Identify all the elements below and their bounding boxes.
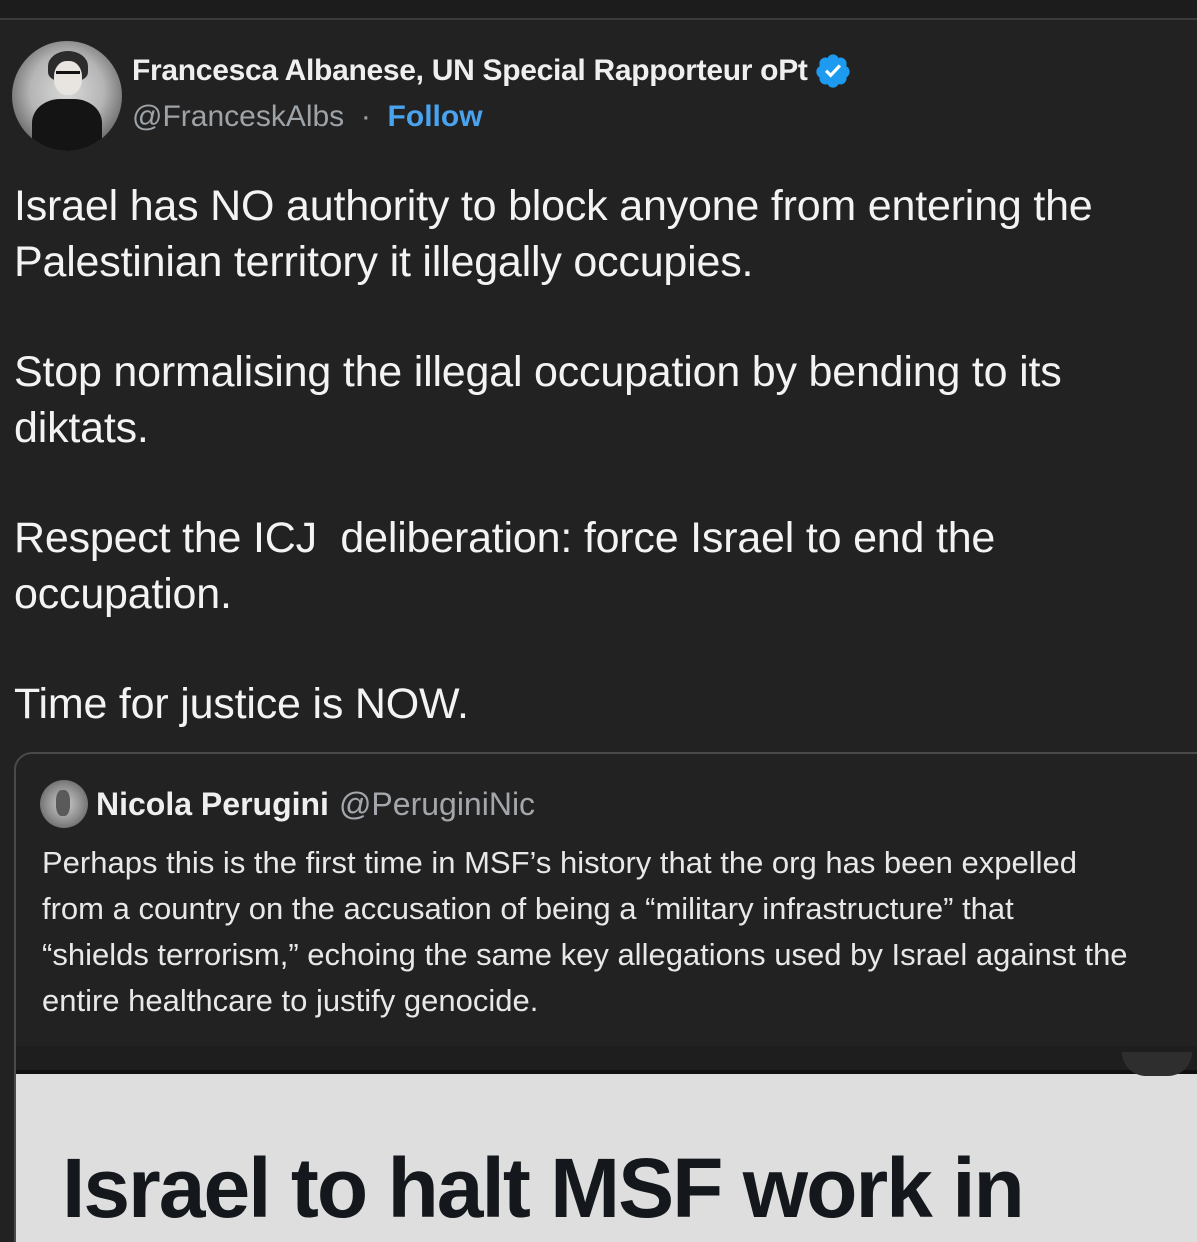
- media-headline: Israel to halt MSF work in: [62, 1141, 1025, 1235]
- dot-separator: ·: [352, 100, 380, 133]
- media-top-strip: [16, 1046, 1197, 1070]
- author-info: Francesca Albanese, UN Special Rapporteu…: [132, 52, 852, 134]
- top-divider: [0, 0, 1197, 20]
- tweet-paragraph: Time for justice is NOW.: [14, 680, 469, 728]
- quoted-text-line: “shields terrorism,” echoing the same ke…: [42, 937, 1128, 972]
- tweet-paragraph: Stop normalising the illegal occupation …: [14, 348, 1062, 452]
- quoted-text-line: from a country on the accusation of bein…: [42, 891, 1014, 926]
- media-rule: [16, 1070, 1197, 1074]
- quoted-text-line: Perhaps this is the first time in MSF’s …: [42, 845, 1077, 880]
- tweet-paragraph: Israel has NO authority to block anyone …: [14, 182, 1093, 286]
- avatar-body: [32, 99, 102, 151]
- quoted-author-avatar: [40, 780, 88, 828]
- quoted-author-handle: @PeruginiNic: [338, 785, 536, 822]
- author-handle[interactable]: @FranceskAlbs: [132, 100, 344, 133]
- quoted-text-line: entire healthcare to justify genocide.: [42, 983, 539, 1018]
- tweet-paragraph: Respect the ICJ deliberation: force Isra…: [14, 514, 996, 618]
- avatar-glasses: [56, 71, 80, 80]
- quoted-tweet-header: Nicola Perugini @PeruginiNic: [40, 780, 535, 828]
- tweet-header: Francesca Albanese, UN Special Rapporteu…: [12, 40, 852, 152]
- author-display-name[interactable]: Francesca Albanese, UN Special Rapporteu…: [132, 54, 808, 88]
- tweet-screenshot: Francesca Albanese, UN Special Rapporteu…: [0, 0, 1197, 1242]
- author-avatar[interactable]: [12, 41, 122, 151]
- quoted-media-image[interactable]: Israel to halt MSF work in: [16, 1046, 1197, 1242]
- verified-badge-icon: [815, 54, 850, 88]
- tweet-text: Israel has NO authority to block anyone …: [14, 178, 1184, 786]
- quoted-tweet-text: Perhaps this is the first time in MSF’s …: [42, 840, 1197, 1024]
- quoted-tweet-card[interactable]: Nicola Perugini @PeruginiNic Perhaps thi…: [14, 752, 1197, 1242]
- follow-button[interactable]: Follow: [388, 100, 483, 133]
- author-name-row: Francesca Albanese, UN Special Rapporteu…: [132, 52, 852, 90]
- author-handle-row: @FranceskAlbs · Follow: [132, 100, 852, 134]
- quoted-author-name: Nicola Perugini: [96, 785, 329, 822]
